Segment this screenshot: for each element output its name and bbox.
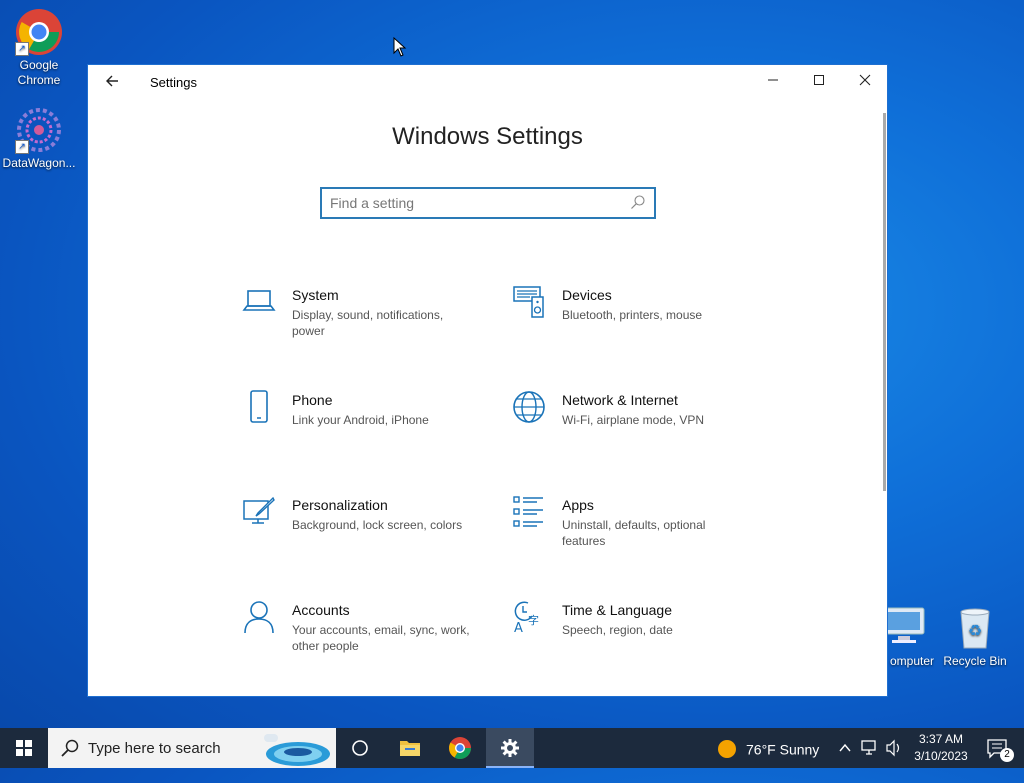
tile-time-language[interactable]: A字 Time & Language Speech, region, date <box>512 600 762 680</box>
shortcut-arrow-icon: ↗ <box>15 42 29 56</box>
tile-name: Personalization <box>292 497 388 513</box>
chrome-taskbar-button[interactable] <box>436 728 484 768</box>
tile-name: Phone <box>292 392 333 408</box>
close-icon <box>859 74 871 86</box>
notification-center-button[interactable]: 2 <box>980 728 1016 768</box>
tile-description: Your accounts, email, sync, work, other … <box>292 623 470 653</box>
settings-window: Settings Windows Settings System Display… <box>87 64 888 697</box>
globe-icon <box>513 391 545 423</box>
tile-devices[interactable]: Devices Bluetooth, printers, mouse <box>512 285 762 365</box>
file-explorer-button[interactable] <box>386 728 434 768</box>
volume-tray-button[interactable] <box>884 728 906 768</box>
time-language-icon: A字 <box>514 601 539 634</box>
taskbar: Type here to search 76°F Sunny 3:37 AM 3… <box>0 728 1024 768</box>
desktop-icon-label: Google Chrome <box>17 58 61 87</box>
title-bar[interactable]: Settings <box>88 65 887 99</box>
tile-description: Uninstall, defaults, optional features <box>562 518 706 548</box>
person-icon <box>244 601 274 634</box>
tile-description: Wi-Fi, airplane mode, VPN <box>562 413 705 427</box>
tile-description: Bluetooth, printers, mouse <box>562 308 703 322</box>
maximize-button[interactable] <box>796 65 842 99</box>
shortcut-arrow-icon: ↗ <box>15 140 29 154</box>
task-view-button[interactable] <box>336 728 384 768</box>
svg-text:A: A <box>514 621 523 634</box>
tile-description: Display, sound, notifications, power <box>292 308 444 338</box>
brush-icon <box>243 496 275 524</box>
minimize-button[interactable] <box>750 65 796 99</box>
gear-icon <box>501 739 519 757</box>
minimize-icon <box>768 79 778 81</box>
search-input[interactable] <box>330 193 620 213</box>
laptop-icon <box>242 290 276 311</box>
folder-icon <box>400 741 420 756</box>
weather-text: 76°F Sunny <box>746 741 820 758</box>
notification-badge: 2 <box>1000 748 1014 762</box>
clock-time: 3:37 AM <box>918 732 964 746</box>
search-icon <box>631 195 645 209</box>
close-button[interactable] <box>842 65 888 99</box>
taskbar-search-box[interactable]: Type here to search <box>48 728 336 768</box>
search-icon <box>61 739 79 757</box>
chrome-icon <box>449 737 471 759</box>
search-highlight-icon <box>264 734 330 766</box>
tile-accounts[interactable]: Accounts Your accounts, email, sync, wor… <box>242 600 492 680</box>
windows-logo-icon <box>16 740 32 756</box>
search-box[interactable] <box>320 187 656 219</box>
devices-icon <box>513 286 544 318</box>
tile-apps[interactable]: Apps Uninstall, defaults, optional featu… <box>512 495 762 575</box>
tile-phone[interactable]: Phone Link your Android, iPhone <box>242 390 492 470</box>
back-button[interactable] <box>98 71 126 93</box>
tile-name: Devices <box>562 287 612 303</box>
volume-icon <box>886 739 900 757</box>
svg-text:♻: ♻ <box>968 621 982 640</box>
clock[interactable]: 3:37 AM 3/10/2023 <box>906 731 976 765</box>
tile-network[interactable]: Network & Internet Wi-Fi, airplane mode,… <box>512 390 762 470</box>
desktop-icon-recycle-bin[interactable]: ♻ Recycle Bin <box>936 604 1014 669</box>
tile-personalization[interactable]: Personalization Background, lock screen,… <box>242 495 492 575</box>
apps-list-icon <box>513 496 543 527</box>
settings-taskbar-button[interactable] <box>486 728 534 768</box>
network-tray-button[interactable] <box>860 728 882 768</box>
datawagon-icon: ↗ <box>15 106 63 154</box>
back-arrow-icon <box>106 75 118 87</box>
page-title: Windows Settings <box>392 123 583 150</box>
start-button[interactable] <box>0 728 48 768</box>
network-icon <box>861 740 876 755</box>
desktop-icon-label: Recycle Bin <box>943 654 1007 668</box>
weather-widget[interactable]: 76°F Sunny <box>718 728 838 768</box>
desktop-icon-datawagon[interactable]: ↗ DataWagon... <box>0 106 78 171</box>
tile-name: Accounts <box>292 602 350 618</box>
chrome-icon: ↗ <box>15 8 63 56</box>
desktop-icon-label: DataWagon... <box>2 156 76 170</box>
tile-description: Link your Android, iPhone <box>292 413 429 427</box>
recycle-bin-icon: ♻ <box>951 604 999 652</box>
task-view-icon <box>352 740 368 756</box>
phone-icon <box>250 390 268 423</box>
vertical-scrollbar[interactable] <box>883 113 886 491</box>
clock-date: 3/10/2023 <box>914 749 968 763</box>
chevron-up-icon <box>839 743 851 752</box>
tile-name: Apps <box>562 497 594 513</box>
tile-description: Speech, region, date <box>562 623 673 637</box>
show-hidden-icons-button[interactable] <box>838 728 856 768</box>
sun-icon <box>718 740 736 759</box>
window-title: Settings <box>150 75 197 90</box>
tile-system[interactable]: System Display, sound, notifications, po… <box>242 285 492 365</box>
maximize-icon <box>814 75 824 85</box>
tile-description: Background, lock screen, colors <box>292 518 463 532</box>
tile-name: Time & Language <box>562 602 672 618</box>
mouse-cursor-icon <box>393 36 407 62</box>
taskbar-search-text: Type here to search <box>88 740 221 757</box>
desktop-icon-chrome[interactable]: ↗ Google Chrome <box>0 8 78 88</box>
svg-text:字: 字 <box>528 613 539 627</box>
tile-name: Network & Internet <box>562 392 678 408</box>
tile-name: System <box>292 287 339 303</box>
